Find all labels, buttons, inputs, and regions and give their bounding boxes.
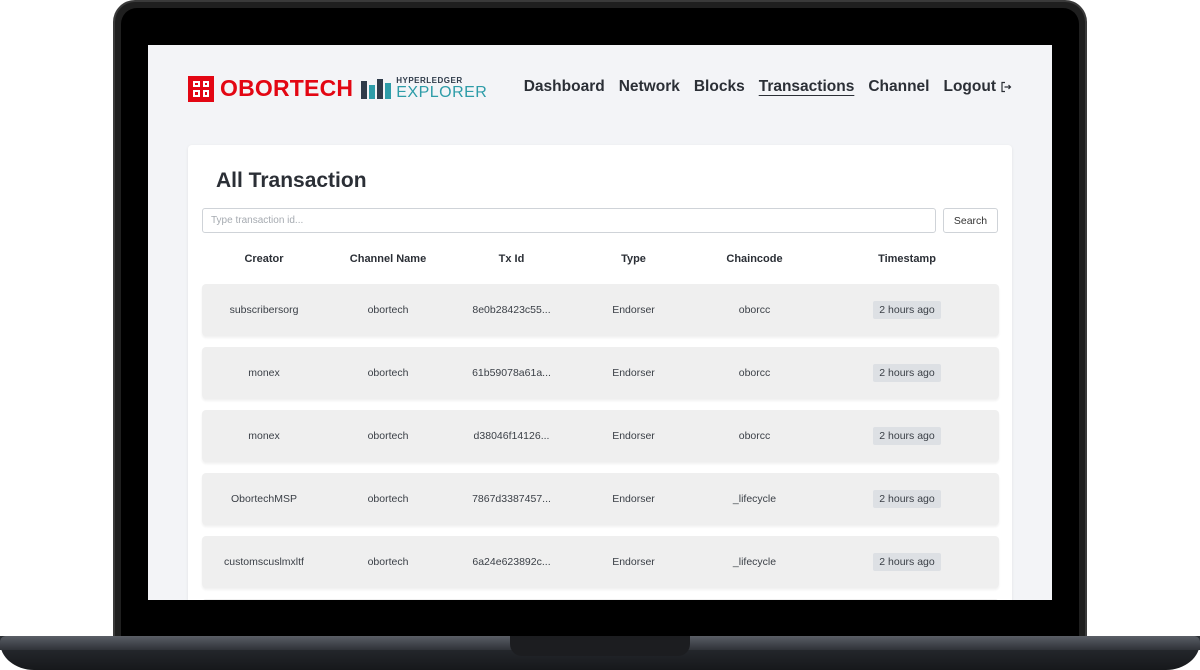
column-header-channel-name: Channel Name (349, 253, 427, 265)
column-header-type: Type (621, 253, 646, 265)
app-header: OBORTECH HYPERLEDGER EXPLORER Dashboard … (148, 45, 1052, 135)
cell-type: Endorser (612, 304, 655, 316)
app-screen: OBORTECH HYPERLEDGER EXPLORER Dashboard … (148, 45, 1052, 600)
timestamp-badge: 2 hours ago (873, 553, 941, 571)
cell-tx-id[interactable]: 61b59078a61a... (450, 367, 573, 379)
obortech-logo-icon (188, 75, 214, 102)
timestamp-badge: 2 hours ago (873, 301, 941, 319)
cell-chaincode: _lifecycle (732, 493, 777, 505)
cell-channel-name: obortech (367, 556, 409, 568)
cell-channel-name: obortech (367, 367, 409, 379)
transaction-search-input[interactable] (202, 208, 936, 233)
nav-channel[interactable]: Channel (868, 78, 929, 96)
cell-tx-id[interactable]: 8e0b28423c55... (450, 304, 573, 316)
cell-chaincode: oborcc (738, 430, 771, 442)
cell-type: Endorser (612, 367, 655, 379)
cell-tx-id[interactable]: 7867d3387457... (450, 493, 573, 505)
cell-creator: monex (248, 367, 280, 379)
logout-button[interactable]: Logout (943, 78, 1012, 96)
cell-timestamp: 2 hours ago (815, 427, 999, 445)
cell-channel-name: obortech (367, 493, 409, 505)
hyperledger-explorer-logo: HYPERLEDGER EXPLORER (361, 76, 488, 101)
table-header: Creator Channel Name Tx Id Type Chaincod… (202, 245, 999, 273)
cell-chaincode: _lifecycle (732, 556, 777, 568)
cell-channel-name: obortech (367, 430, 409, 442)
column-header-creator: Creator (244, 253, 284, 265)
search-button[interactable]: Search (943, 208, 998, 233)
cell-creator: monex (248, 430, 280, 442)
cell-chaincode: oborcc (738, 304, 771, 316)
nav-transactions[interactable]: Transactions (759, 78, 855, 96)
table-row[interactable]: customscuslmxltf obortech 6a24e623892c..… (202, 536, 999, 588)
cell-type: Endorser (612, 430, 655, 442)
cell-type: Endorser (612, 493, 655, 505)
brand-name: OBORTECH (220, 75, 354, 101)
table-row[interactable]: ObortechMSP obortech 7867d3387457... End… (202, 473, 999, 525)
nav-network[interactable]: Network (619, 78, 680, 96)
column-header-chaincode: Chaincode (726, 253, 783, 265)
laptop-notch (510, 636, 690, 656)
cell-type: Endorser (612, 556, 655, 568)
table-row[interactable]: monex obortech 61b59078a61a... Endorser … (202, 347, 999, 399)
transactions-table: Creator Channel Name Tx Id Type Chaincod… (202, 245, 999, 600)
cell-timestamp: 2 hours ago (815, 490, 999, 508)
timestamp-badge: 2 hours ago (873, 490, 941, 508)
cell-creator: subscribersorg (229, 304, 299, 316)
timestamp-badge: 2 hours ago (873, 427, 941, 445)
transactions-card: All Transaction Search Creator Channel N… (188, 145, 1012, 600)
hyperledger-icon (361, 78, 392, 99)
logout-icon (1000, 81, 1012, 93)
table-row-partial[interactable] (202, 599, 999, 600)
cell-tx-id[interactable]: 6a24e623892c... (450, 556, 573, 568)
cell-timestamp: 2 hours ago (815, 364, 999, 382)
cell-tx-id[interactable]: d38046f14126... (450, 430, 573, 442)
cell-channel-name: obortech (367, 304, 409, 316)
cell-chaincode: oborcc (738, 367, 771, 379)
cell-creator: customscuslmxltf (224, 556, 304, 568)
column-header-tx-id: Tx Id (498, 253, 525, 265)
nav-blocks[interactable]: Blocks (694, 78, 745, 96)
column-header-timestamp: Timestamp (878, 253, 936, 265)
main-nav: Dashboard Network Blocks Transactions Ch… (524, 78, 1012, 96)
explorer-label: EXPLORER (396, 83, 488, 101)
table-row[interactable]: monex obortech d38046f14126... Endorser … (202, 410, 999, 462)
nav-dashboard[interactable]: Dashboard (524, 78, 605, 96)
brand-logo[interactable]: OBORTECH HYPERLEDGER EXPLORER (188, 75, 487, 102)
cell-creator: ObortechMSP (231, 493, 297, 505)
cell-timestamp: 2 hours ago (815, 301, 999, 319)
cell-timestamp: 2 hours ago (815, 553, 999, 571)
table-row[interactable]: subscribersorg obortech 8e0b28423c55... … (202, 284, 999, 336)
page-title: All Transaction (216, 169, 367, 192)
logout-label: Logout (943, 78, 996, 95)
timestamp-badge: 2 hours ago (873, 364, 941, 382)
